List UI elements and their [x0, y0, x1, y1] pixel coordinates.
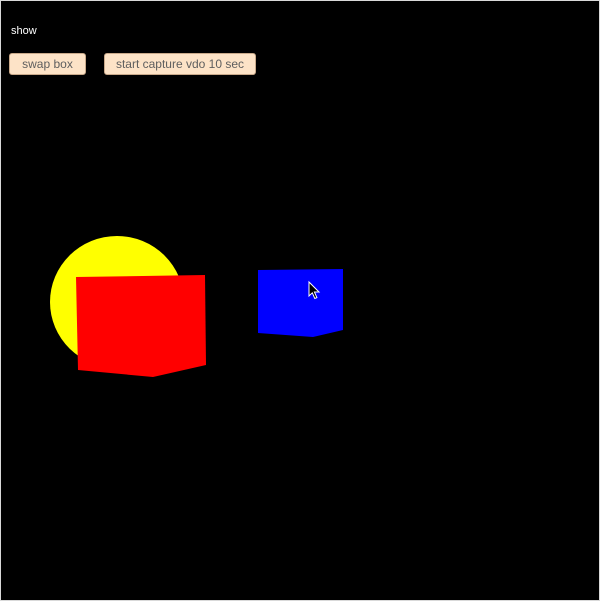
- start-capture-button[interactable]: start capture vdo 10 sec: [104, 53, 256, 75]
- swap-box-button[interactable]: swap box: [9, 53, 86, 75]
- app-page: show swap box start capture vdo 10 sec: [0, 0, 600, 601]
- red-box: [76, 275, 206, 377]
- render-canvas[interactable]: [0, 0, 600, 601]
- status-text: show: [11, 25, 37, 37]
- blue-box: [258, 269, 343, 337]
